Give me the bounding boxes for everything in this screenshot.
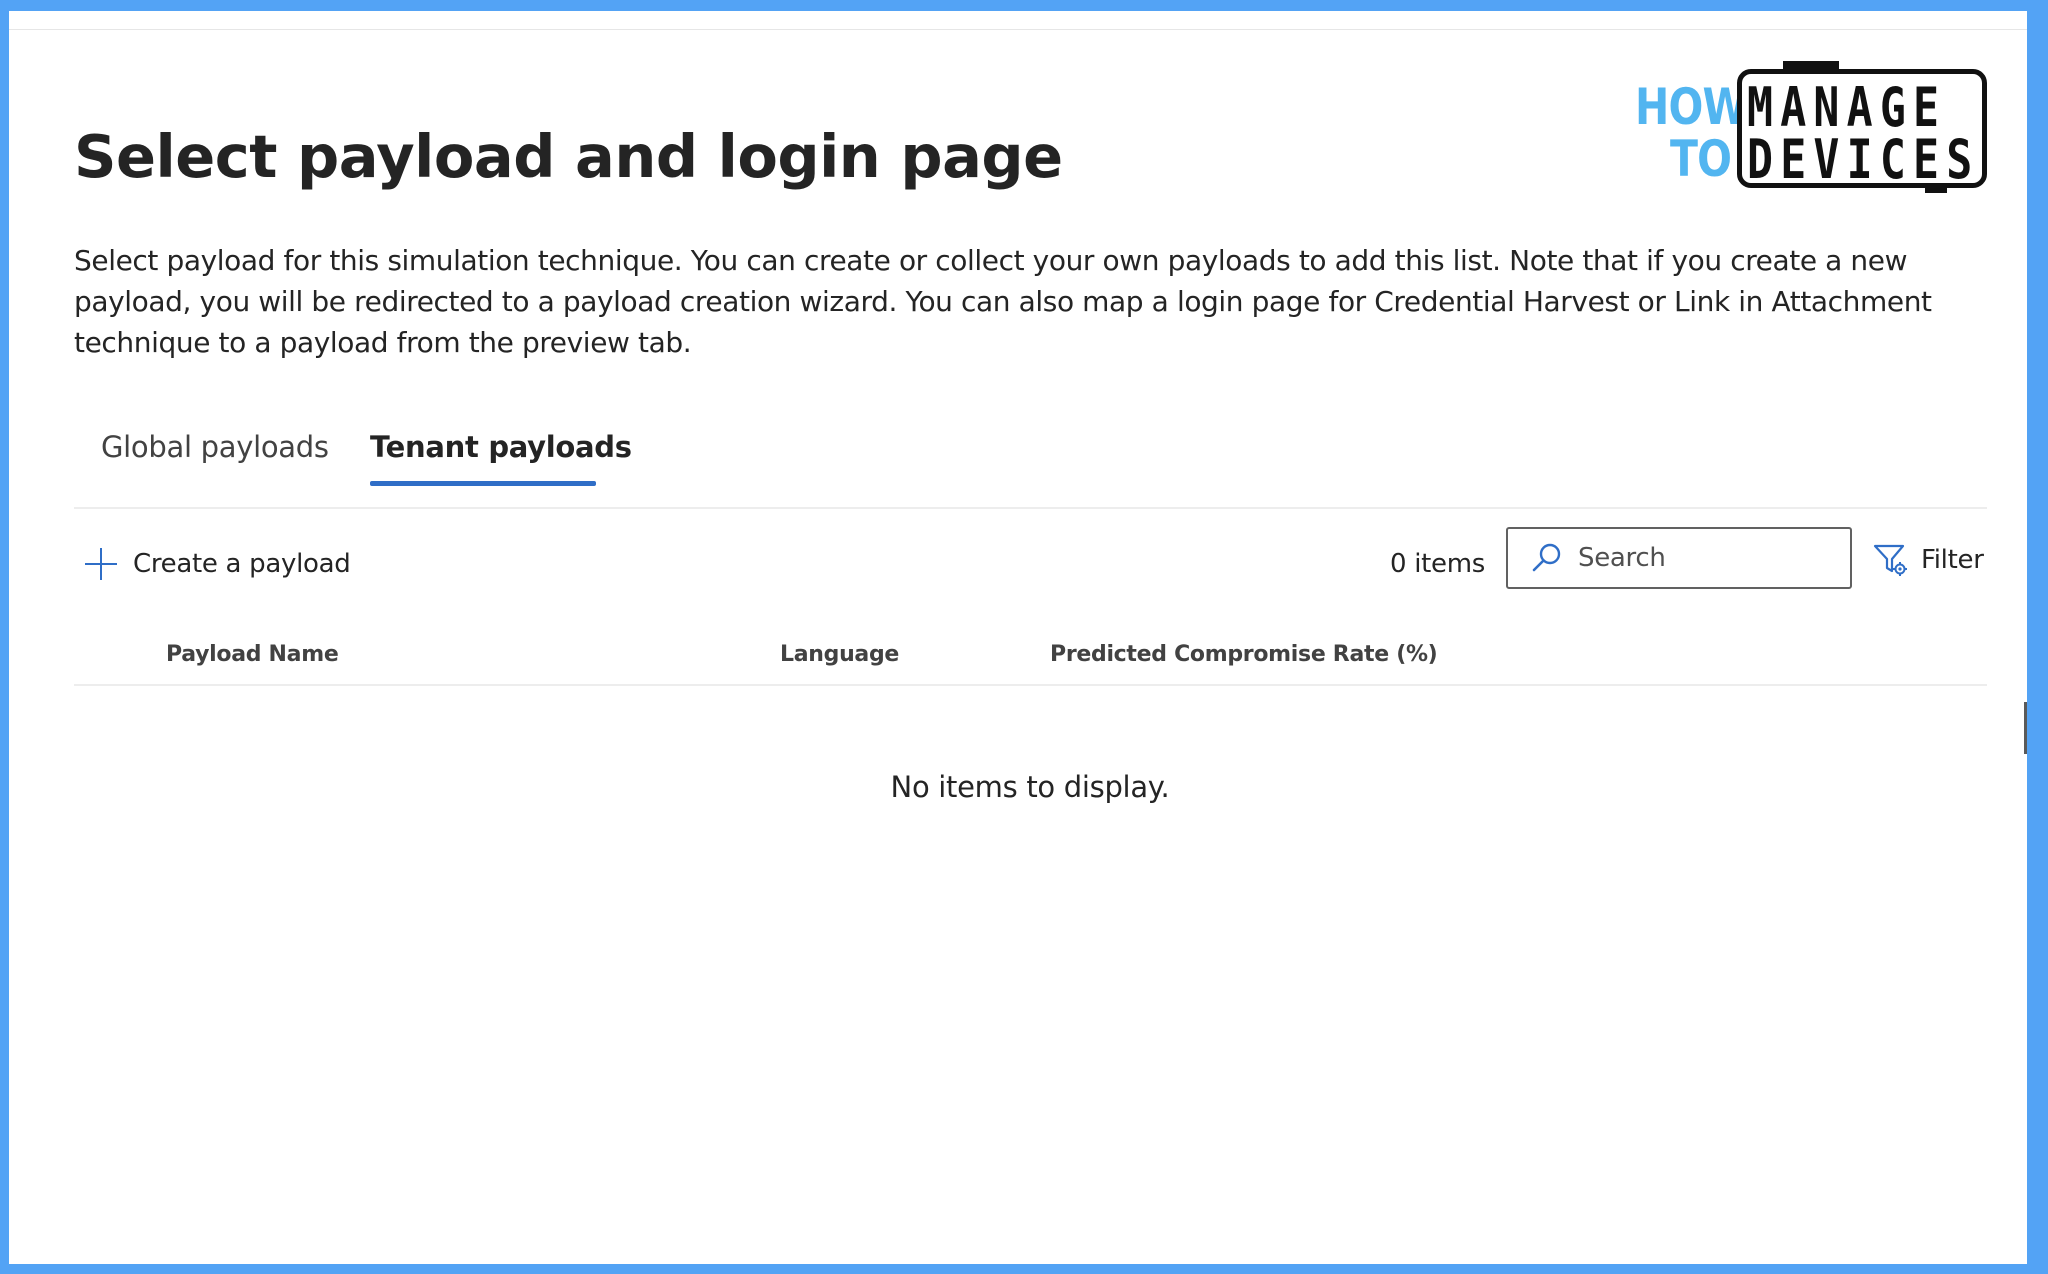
scrollbar-thumb[interactable] bbox=[2024, 702, 2027, 754]
create-payload-label: Create a payload bbox=[133, 549, 351, 579]
toolbar-divider bbox=[74, 507, 1987, 509]
filter-icon bbox=[1873, 544, 1907, 576]
search-box[interactable] bbox=[1506, 527, 1852, 589]
logo-manage-text: MANAGE bbox=[1747, 76, 1947, 139]
selected-tab-indicator bbox=[370, 481, 596, 486]
logo-how-text: HOW bbox=[1635, 78, 1748, 136]
empty-state-message: No items to display. bbox=[890, 770, 1170, 804]
top-divider bbox=[9, 29, 2027, 30]
search-input[interactable] bbox=[1578, 543, 1828, 573]
tab-global-payloads[interactable]: Global payloads bbox=[101, 425, 329, 469]
column-header-language[interactable]: Language bbox=[780, 639, 899, 671]
page-description: Select payload for this simulation techn… bbox=[74, 244, 1932, 359]
tab-tenant-payloads[interactable]: Tenant payloads bbox=[370, 425, 632, 469]
logo-devices-text: DEVICES bbox=[1747, 128, 1980, 191]
filter-button[interactable]: Filter bbox=[1873, 540, 1984, 580]
filter-label: Filter bbox=[1921, 545, 1984, 575]
column-header-compromise-rate[interactable]: Predicted Compromise Rate (%) bbox=[1050, 639, 1438, 671]
brand-logo: HOW TO MANAGE DEVICES bbox=[1625, 57, 1995, 197]
page-title: Select payload and login page bbox=[74, 122, 1063, 191]
create-payload-button[interactable]: Create a payload bbox=[85, 539, 351, 589]
logo-to-text: TO bbox=[1670, 130, 1732, 188]
table-header-divider bbox=[74, 684, 1987, 686]
column-header-payload-name[interactable]: Payload Name bbox=[166, 639, 339, 671]
app-window: Select payload and login page HOW TO MAN… bbox=[0, 0, 2048, 1274]
items-count: 0 items bbox=[1390, 549, 1485, 579]
search-icon bbox=[1532, 543, 1561, 572]
logo-frame-tab-top bbox=[1783, 61, 1839, 69]
plus-icon bbox=[85, 548, 117, 580]
